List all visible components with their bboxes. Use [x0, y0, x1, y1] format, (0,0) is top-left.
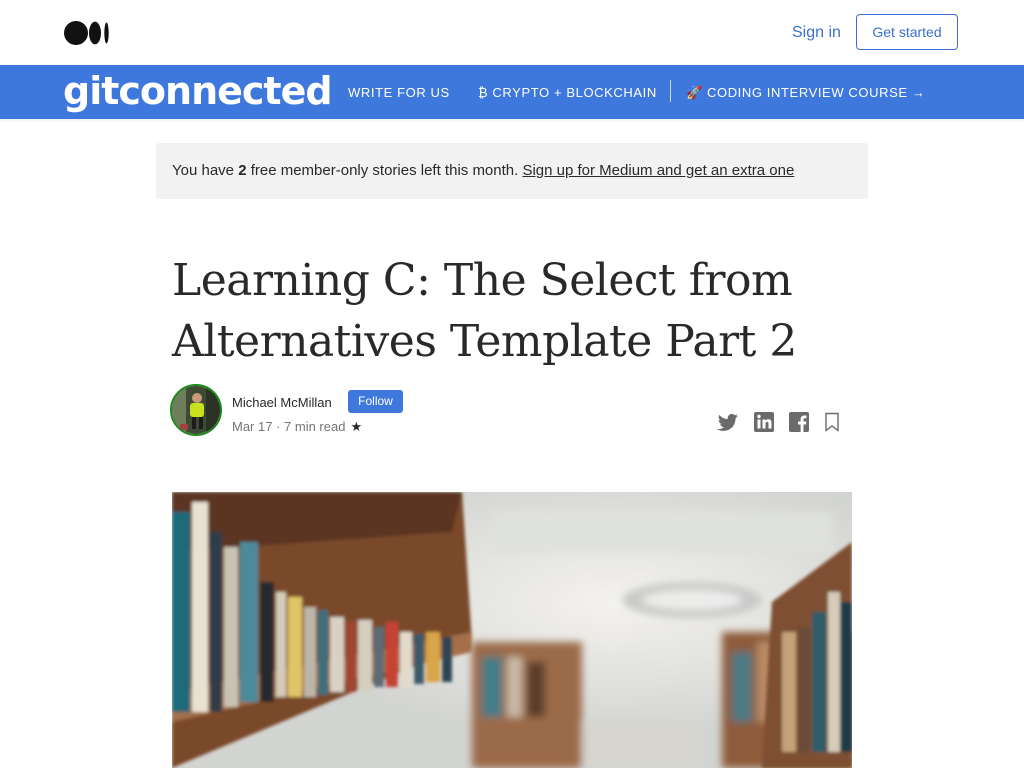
member-star-icon: ★	[350, 419, 363, 434]
member-limit-banner: You have 2 free member-only stories left…	[156, 143, 868, 199]
get-started-button[interactable]: Get started	[856, 14, 958, 50]
linkedin-icon[interactable]	[752, 410, 776, 434]
medium-logo-icon[interactable]	[64, 21, 110, 45]
stories-left-count: 2	[238, 162, 247, 179]
nav-coding-interview-course[interactable]: 🚀 CODING INTERVIEW COURSE →	[686, 85, 925, 101]
publication-logo[interactable]: gitconnected	[63, 69, 333, 113]
top-bar: Sign in Get started	[0, 0, 1024, 65]
article-meta: Mar 17 · 7 min read ★	[232, 419, 363, 434]
author-avatar[interactable]	[170, 384, 222, 436]
banner-suffix: free member-only stories left this month…	[246, 162, 523, 179]
banner-prefix: You have	[172, 162, 239, 179]
bookmark-icon[interactable]	[820, 410, 844, 434]
twitter-icon[interactable]	[716, 410, 740, 434]
article-title: Learning C: The Select from Alternatives…	[172, 255, 797, 367]
publication-nav: gitconnected WRITE FOR US ₿ CRYPTO + BLO…	[0, 65, 1024, 119]
sign-in-link[interactable]: Sign in	[792, 24, 841, 42]
hero-image	[172, 492, 852, 768]
author-name[interactable]: Michael McMillan	[232, 395, 332, 410]
nav-shadow	[0, 119, 1024, 123]
signup-link[interactable]: Sign up for Medium and get an extra one	[522, 162, 794, 179]
nav-crypto-blockchain[interactable]: ₿ CRYPTO + BLOCKCHAIN	[478, 85, 657, 100]
read-time: 7 min read	[284, 419, 346, 434]
facebook-icon[interactable]	[787, 410, 811, 434]
nav-divider	[670, 80, 671, 102]
banner-text: You have 2 free member-only stories left…	[172, 162, 794, 179]
nav-write-for-us[interactable]: WRITE FOR US	[348, 85, 450, 100]
follow-button[interactable]: Follow	[348, 390, 403, 413]
publish-date: Mar 17	[232, 419, 273, 434]
